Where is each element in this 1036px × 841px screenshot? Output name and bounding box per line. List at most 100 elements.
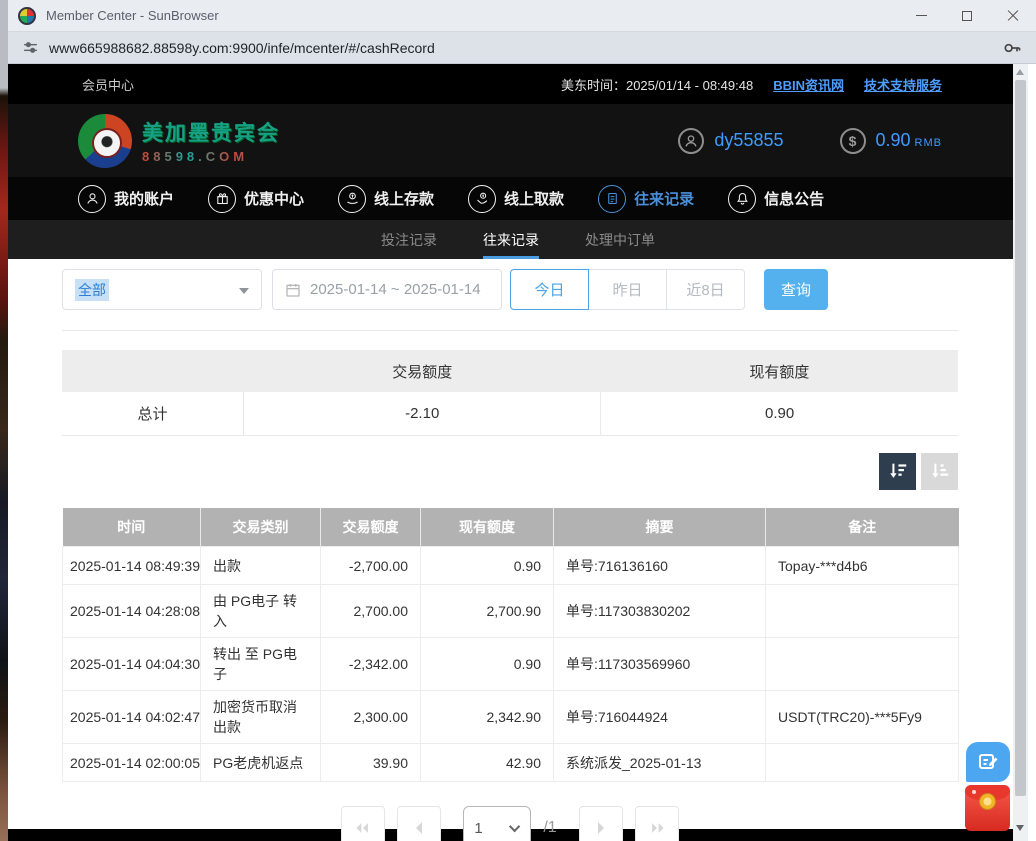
chevron-down-icon [509,821,520,832]
password-key-icon[interactable] [1002,38,1022,58]
page-viewport: 会员中心 美东时间：2025/01/14 - 08:49:48 BBIN资讯网 … [8,64,1028,841]
sunbrowser-logo-icon [18,7,36,25]
divider [62,330,958,331]
nav-announcements[interactable]: 信息公告 [728,185,824,213]
tab-transaction-records[interactable]: 往来记录 [483,220,539,259]
search-button[interactable]: 查询 [764,269,828,310]
col-summary: 摘要 [554,508,766,547]
cell-amount: -2,700.00 [321,547,421,585]
page-scrollbar[interactable] [1013,64,1028,841]
nav-online-withdraw[interactable]: 线上取款 [468,185,564,213]
cell-summary: 单号:716044924 [554,691,766,744]
tab-bet-records[interactable]: 投注记录 [381,220,437,259]
page-select[interactable]: 1 [463,806,531,841]
next-page-button[interactable] [579,806,623,841]
col-balance: 现有额度 [421,508,554,547]
calendar-icon [285,282,301,298]
cell-time: 2025-01-14 04:02:47 [63,691,201,744]
minimize-icon [916,15,927,16]
summary-balance-total: 0.90 [601,392,958,435]
table-row: 2025-01-14 04:28:08 由 PG电子 转入 2,700.00 2… [63,585,959,638]
currency-label: RMB [915,137,942,149]
username: dy55855 [714,130,783,151]
type-select-value: 全部 [75,279,109,301]
scrollbar-thumb[interactable] [1015,80,1026,796]
tab-pending-orders[interactable]: 处理中订单 [585,220,655,259]
customer-service-chat-button[interactable] [966,742,1010,782]
previous-page-button[interactable] [397,806,441,841]
cell-amount: 2,300.00 [321,691,421,744]
page-select-value: 1 [474,820,482,837]
cell-note: USDT(TRC20)-***5Fy9 [766,691,959,744]
deposit-icon [338,185,366,213]
balance-chip[interactable]: $ 0.90RMB [840,128,943,154]
chevron-left-icon [413,821,425,835]
maximize-button[interactable] [944,0,990,31]
sort-descending-button[interactable] [879,453,916,490]
tech-support-link[interactable]: 技术支持服务 [864,75,942,94]
type-select-dropdown[interactable]: 全部 [62,269,262,310]
brand-logo-icon[interactable] [78,114,132,168]
close-button[interactable] [990,0,1036,31]
sub-navigation: 投注记录 往来记录 处理中订单 [8,220,1028,259]
quick-date-buttons: 今日 昨日 近8日 [510,269,745,310]
col-amount: 交易额度 [321,508,421,547]
nav-my-account[interactable]: 我的账户 [78,185,174,213]
last-page-button[interactable] [635,806,679,841]
nav-label: 往来记录 [634,188,694,209]
cell-note: Topay-***d4b6 [766,547,959,585]
gift-icon [208,185,236,213]
summary-total-row: 总计 -2.10 0.90 [62,392,958,435]
cell-time: 2025-01-14 04:28:08 [63,585,201,638]
scroll-up-arrow-icon[interactable] [1016,69,1024,75]
first-page-button[interactable] [341,806,385,841]
cell-type: 加密货币取消出款 [201,691,321,744]
nav-online-deposit[interactable]: 线上存款 [338,185,434,213]
cell-balance: 0.90 [421,547,554,585]
close-icon [1007,10,1019,22]
nav-label: 线上存款 [374,188,434,209]
page-body: 全部 2025-01-14 ~ 2025-01-14 今日 昨日 近8日 [8,259,1028,829]
sort-descending-icon [887,460,909,482]
table-row: 2025-01-14 04:02:47 加密货币取消出款 2,300.00 2,… [63,691,959,744]
withdraw-icon [468,185,496,213]
red-envelope-button[interactable] [965,785,1010,831]
brand-text[interactable]: 美加墨贵宾会 88598.COM [142,117,280,164]
window-title: Member Center - SunBrowser [46,8,219,23]
summary-header-empty [62,350,244,392]
browser-window: Member Center - SunBrowser www665988682.… [8,0,1036,841]
minimize-button[interactable] [898,0,944,31]
nav-transaction-records[interactable]: 往来记录 [598,185,694,213]
page-title: 会员中心 [82,75,134,94]
nav-promotions[interactable]: 优惠中心 [208,185,304,213]
user-chip[interactable]: dy55855 [678,128,783,154]
cell-time: 2025-01-14 08:49:39 [63,547,201,585]
address-bar[interactable]: www665988682.88598y.com:9900/infe/mcente… [8,32,1036,64]
cell-balance: 2,342.90 [421,691,554,744]
date-range-input[interactable]: 2025-01-14 ~ 2025-01-14 [272,269,502,310]
cell-note [766,744,959,782]
brand-domain: 88598.COM [142,149,280,164]
maximize-icon [962,11,972,21]
cell-type: 由 PG电子 转入 [201,585,321,638]
scroll-down-arrow-icon[interactable] [1016,825,1024,831]
sort-ascending-button[interactable] [921,453,958,490]
browser-titlebar: Member Center - SunBrowser [8,0,1036,32]
site-settings-icon[interactable] [22,39,39,56]
user-icon [78,185,106,213]
chevron-down-icon [239,288,249,294]
cell-type: 转出 至 PG电子 [201,638,321,691]
last-8-days-button[interactable]: 近8日 [666,269,745,310]
bbin-news-link[interactable]: BBIN资讯网 [773,75,844,94]
cell-time: 2025-01-14 04:04:30 [63,638,201,691]
records-header-row: 时间 交易类别 交易额度 现有额度 摘要 备注 [63,508,959,547]
top-info-bar: 会员中心 美东时间：2025/01/14 - 08:49:48 BBIN资讯网 … [8,64,1028,104]
yesterday-button[interactable]: 昨日 [588,269,667,310]
url-text[interactable]: www665988682.88598y.com:9900/infe/mcente… [49,40,435,56]
summary-header-balance: 现有额度 [601,350,958,392]
chevron-right-icon [595,821,607,835]
nav-label: 信息公告 [764,188,824,209]
summary-total-label: 总计 [62,392,244,435]
note-pencil-icon [976,750,1000,774]
today-button[interactable]: 今日 [510,269,589,310]
